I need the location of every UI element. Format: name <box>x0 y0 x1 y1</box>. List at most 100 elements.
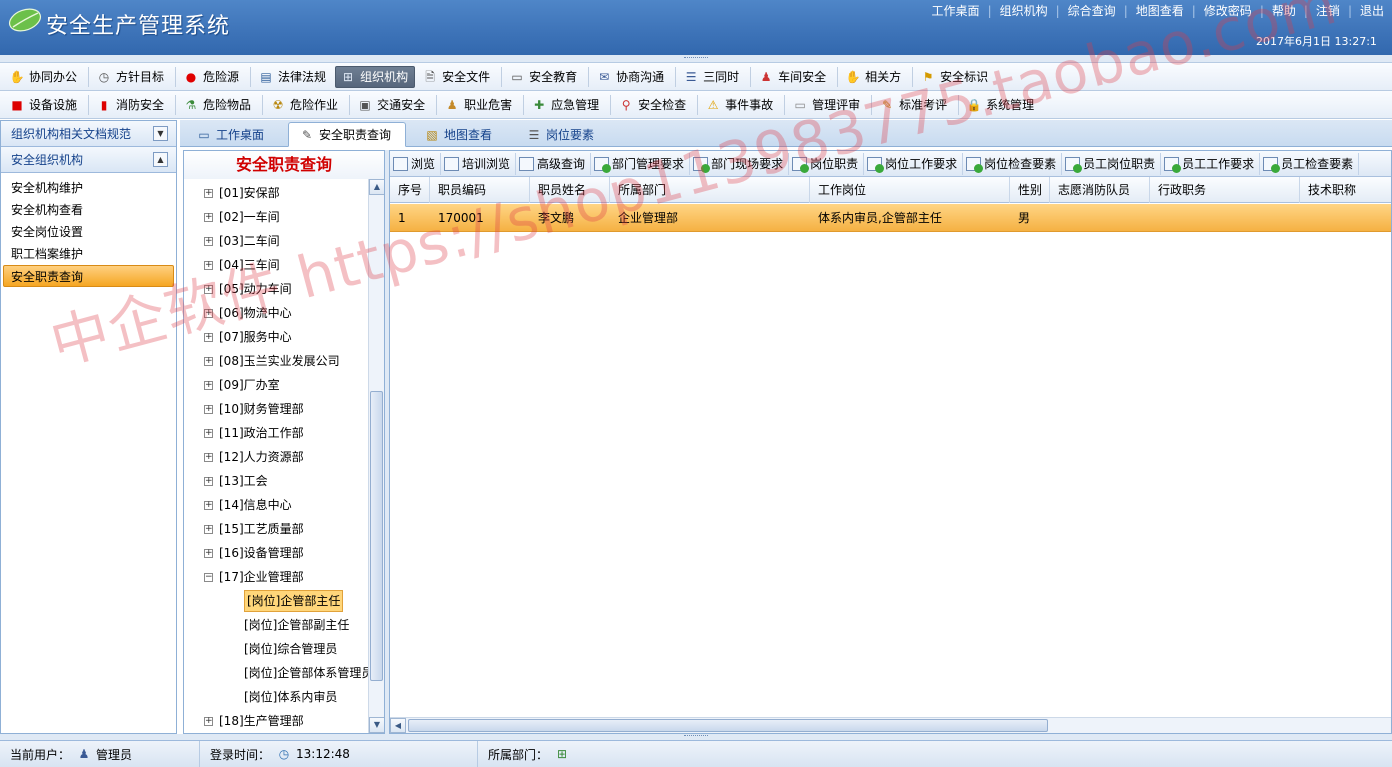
tree-vertical-scrollbar[interactable]: ▲ ▼ <box>368 179 384 733</box>
menu-traffic-safety[interactable]: ▣ 交通安全 <box>352 94 432 116</box>
col-admin-title-header[interactable]: 行政职务 <box>1150 177 1300 203</box>
col-post-header[interactable]: 工作岗位 <box>810 177 1010 203</box>
menu-related-parties[interactable]: ✋ 相关方 <box>840 66 908 88</box>
tree-node[interactable]: + [14]信息中心 <box>204 493 292 517</box>
menu-standard-evaluation[interactable]: ✎ 标准考评 <box>874 94 954 116</box>
menu-organization[interactable]: ⊞ 组织机构 <box>335 65 416 88</box>
toolbar-staff-check-elements-button[interactable]: 员工检查要素 <box>1260 152 1360 175</box>
expand-icon[interactable]: + <box>204 453 213 462</box>
tree-node[interactable]: + [12]人力资源部 <box>204 445 304 469</box>
col-volunteer-firefighter-header[interactable]: 志愿消防队员 <box>1050 177 1150 203</box>
tree-node[interactable]: + [02]一车间 <box>204 205 280 229</box>
expand-icon[interactable]: + <box>204 429 213 438</box>
tree-leaf-post[interactable]: [岗位]体系内审员 <box>244 685 337 709</box>
expand-icon[interactable]: + <box>204 189 213 198</box>
toolbar-dept-site-requirements-button[interactable]: 部门现场要求 <box>690 152 790 175</box>
sidebar-item-duty-query[interactable]: 安全职责查询 <box>3 265 174 287</box>
tree-node[interactable]: + [10]财务管理部 <box>204 397 304 421</box>
tree-leaf-post[interactable]: [岗位]企管部副主任 <box>244 613 349 637</box>
tree-node-expanded[interactable]: − [17]企业管理部 <box>204 565 304 589</box>
expand-icon[interactable]: + <box>204 477 213 486</box>
scroll-thumb[interactable] <box>408 719 1048 732</box>
toolbar-training-browse-button[interactable]: 培训浏览 <box>441 152 517 175</box>
tree-node[interactable]: + [18]生产管理部 <box>204 709 304 733</box>
toolbar-staff-work-requirements-button[interactable]: 员工工作要求 <box>1161 152 1261 175</box>
link-query[interactable]: 综合查询 <box>1060 4 1124 18</box>
expand-icon[interactable]: + <box>204 405 213 414</box>
menu-safety-check[interactable]: ⚲ 安全检查 <box>613 94 693 116</box>
sidebar-item-org-maintenance[interactable]: 安全机构维护 <box>1 177 176 199</box>
menu-emergency[interactable]: ✚ 应急管理 <box>526 94 606 116</box>
expand-icon[interactable]: + <box>204 213 213 222</box>
link-desktop[interactable]: 工作桌面 <box>924 4 988 18</box>
accordion-safety-org[interactable]: 安全组织机构 ▲ <box>1 147 176 173</box>
col-index-header[interactable]: 序号 <box>390 177 430 203</box>
link-logout[interactable]: 注销 <box>1308 4 1348 18</box>
grid-horizontal-scrollbar[interactable]: ◀ <box>390 717 1391 733</box>
menu-communication[interactable]: ✉ 协商沟通 <box>591 66 671 88</box>
expand-icon[interactable]: + <box>204 549 213 558</box>
expand-icon[interactable]: + <box>204 501 213 510</box>
menu-management-review[interactable]: ▭ 管理评审 <box>787 94 867 116</box>
tree-leaf-post[interactable]: [岗位]企管部主任 <box>244 590 344 612</box>
toolbar-post-duties-button[interactable]: 岗位职责 <box>789 152 865 175</box>
toolbar-browse-button[interactable]: 浏览 <box>390 152 442 175</box>
link-map[interactable]: 地图查看 <box>1128 4 1192 18</box>
header-splitter[interactable] <box>0 55 1392 63</box>
col-gender-header[interactable]: 性别 <box>1010 177 1050 203</box>
link-exit[interactable]: 退出 <box>1352 4 1392 18</box>
menu-incidents[interactable]: ⚠ 事件事故 <box>700 94 780 116</box>
tree-node[interactable]: + [15]工艺质量部 <box>204 517 304 541</box>
collapse-icon[interactable]: ▲ <box>153 152 168 167</box>
menu-hazard-source[interactable]: ● 危险源 <box>178 66 246 88</box>
accordion-doc-standards[interactable]: 组织机构相关文档规范 ▼ <box>1 121 176 147</box>
toolbar-post-check-elements-button[interactable]: 岗位检查要素 <box>963 152 1063 175</box>
collapse-icon[interactable]: − <box>204 573 213 582</box>
tree-leaf-post[interactable]: [岗位]企管部体系管理员 <box>244 661 373 685</box>
expand-icon[interactable]: + <box>204 309 213 318</box>
menu-safety-files[interactable]: 🗎 安全文件 <box>417 66 497 88</box>
tab-map[interactable]: ▧ 地图查看 <box>414 122 502 147</box>
tree-node[interactable]: + [06]物流中心 <box>204 301 292 325</box>
menu-hazardous-goods[interactable]: ⚗ 危险物品 <box>178 94 258 116</box>
link-help[interactable]: 帮助 <box>1264 4 1304 18</box>
expand-icon[interactable]: + <box>204 285 213 294</box>
tree-node[interactable]: + [09]厂办室 <box>204 373 280 397</box>
scroll-left-icon[interactable]: ◀ <box>390 718 406 733</box>
tree-node[interactable]: + [11]政治工作部 <box>204 421 304 445</box>
sidebar-item-post-setup[interactable]: 安全岗位设置 <box>1 221 176 243</box>
menu-fire-safety[interactable]: ▮ 消防安全 <box>91 94 171 116</box>
menu-safety-education[interactable]: ▭ 安全教育 <box>504 66 584 88</box>
col-tech-title-header[interactable]: 技术职称 <box>1300 177 1391 203</box>
scroll-up-icon[interactable]: ▲ <box>369 179 384 195</box>
menu-system-management[interactable]: 🔒 系统管理 <box>961 94 1041 116</box>
menu-policy-goals[interactable]: ◷ 方针目标 <box>91 66 171 88</box>
tree-node[interactable]: + [01]安保部 <box>204 181 280 205</box>
expand-icon[interactable]: + <box>204 717 213 726</box>
menu-workshop-safety[interactable]: ♟ 车间安全 <box>753 66 833 88</box>
menu-collaborative-office[interactable]: ✋ 协同办公 <box>4 66 84 88</box>
col-staff-code-header[interactable]: 职员编码 <box>430 177 530 203</box>
toolbar-staff-post-duties-button[interactable]: 员工岗位职责 <box>1062 152 1162 175</box>
expand-icon[interactable]: ▼ <box>153 126 168 141</box>
tree-node[interactable]: + [05]动力车间 <box>204 277 292 301</box>
tab-desktop[interactable]: ▭ 工作桌面 <box>186 122 274 147</box>
menu-safety-signs[interactable]: ⚑ 安全标识 <box>915 66 995 88</box>
toolbar-advanced-query-button[interactable]: 高级查询 <box>516 152 592 175</box>
expand-icon[interactable]: + <box>204 525 213 534</box>
menu-occupational-hazard[interactable]: ♟ 职业危害 <box>439 94 519 116</box>
scroll-thumb[interactable] <box>370 391 383 681</box>
tree-node[interactable]: + [07]服务中心 <box>204 325 292 349</box>
tree-node[interactable]: + [13]工会 <box>204 469 268 493</box>
scroll-down-icon[interactable]: ▼ <box>369 717 384 733</box>
link-organization[interactable]: 组织机构 <box>992 4 1056 18</box>
col-department-header[interactable]: 所属部门 <box>610 177 810 203</box>
tree-node[interactable]: + [08]玉兰实业发展公司 <box>204 349 340 373</box>
sidebar-item-org-view[interactable]: 安全机构查看 <box>1 199 176 221</box>
tree-leaf-post[interactable]: [岗位]综合管理员 <box>244 637 337 661</box>
table-row[interactable]: 1 170001 李文鹏 企业管理部 体系内审员,企管部主任 男 <box>390 204 1391 232</box>
link-change-password[interactable]: 修改密码 <box>1196 4 1260 18</box>
expand-icon[interactable]: + <box>204 357 213 366</box>
tab-post-elements[interactable]: ☰ 岗位要素 <box>516 122 604 147</box>
tab-duty-query[interactable]: ✎ 安全职责查询 <box>288 122 406 147</box>
